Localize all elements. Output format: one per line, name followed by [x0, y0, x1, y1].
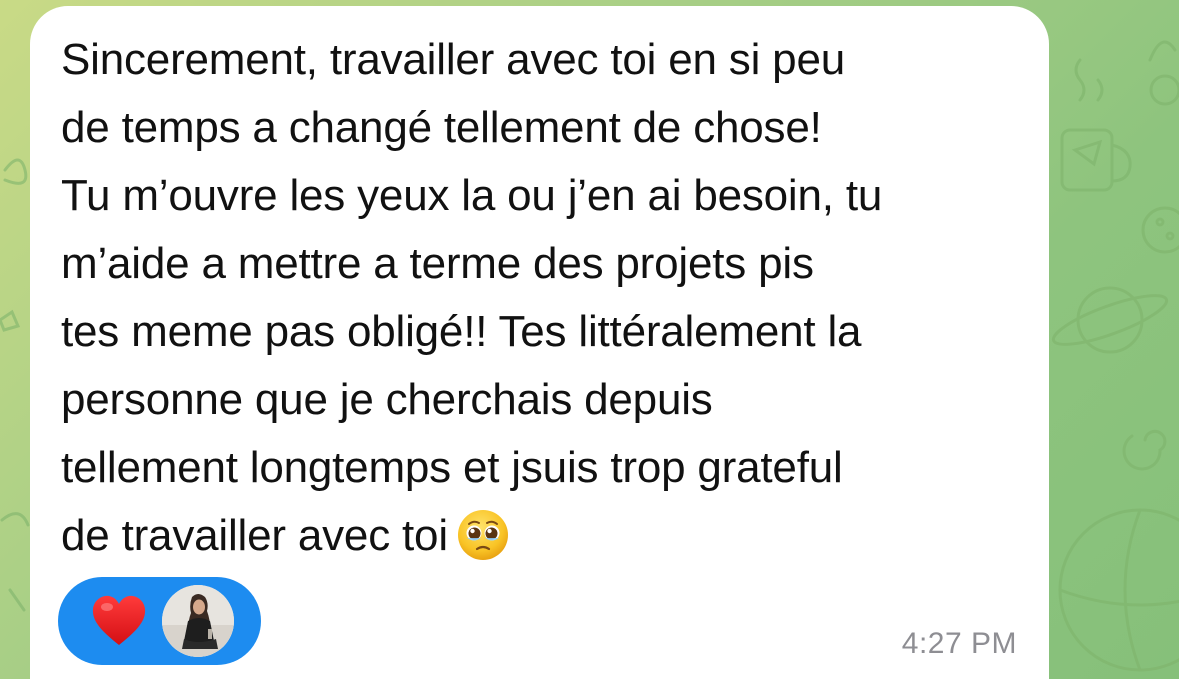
message-bubble[interactable]: Sincerement, travailler avec toi en si p… — [30, 6, 1049, 679]
avatar[interactable] — [162, 585, 234, 657]
message-line: m’aide a mettre a terme des projets pis — [61, 239, 814, 288]
message-line: Tu m’ouvre les yeux la ou j’en ai besoin… — [61, 171, 883, 220]
reaction-pill[interactable] — [58, 577, 261, 665]
message-line: de travailler avec toi — [61, 511, 448, 560]
message-line: tellement longtemps et jsuis trop gratef… — [61, 443, 843, 492]
message-text: Sincerement, travailler avec toi en si p… — [61, 26, 1021, 570]
message-line: de temps a changé tellement de chose! — [61, 103, 822, 152]
message-timestamp: 4:27 PM — [901, 627, 1017, 660]
message-line: tes meme pas obligé!! Tes littéralement … — [61, 307, 862, 356]
pleading-face-with-tears-icon — [456, 508, 510, 562]
heart-icon — [92, 595, 146, 645]
message-line-last: de travailler avec toi — [61, 502, 1021, 570]
message-line: Sincerement, travailler avec toi en si p… — [61, 35, 845, 84]
message-line: personne que je cherchais depuis — [61, 375, 713, 424]
